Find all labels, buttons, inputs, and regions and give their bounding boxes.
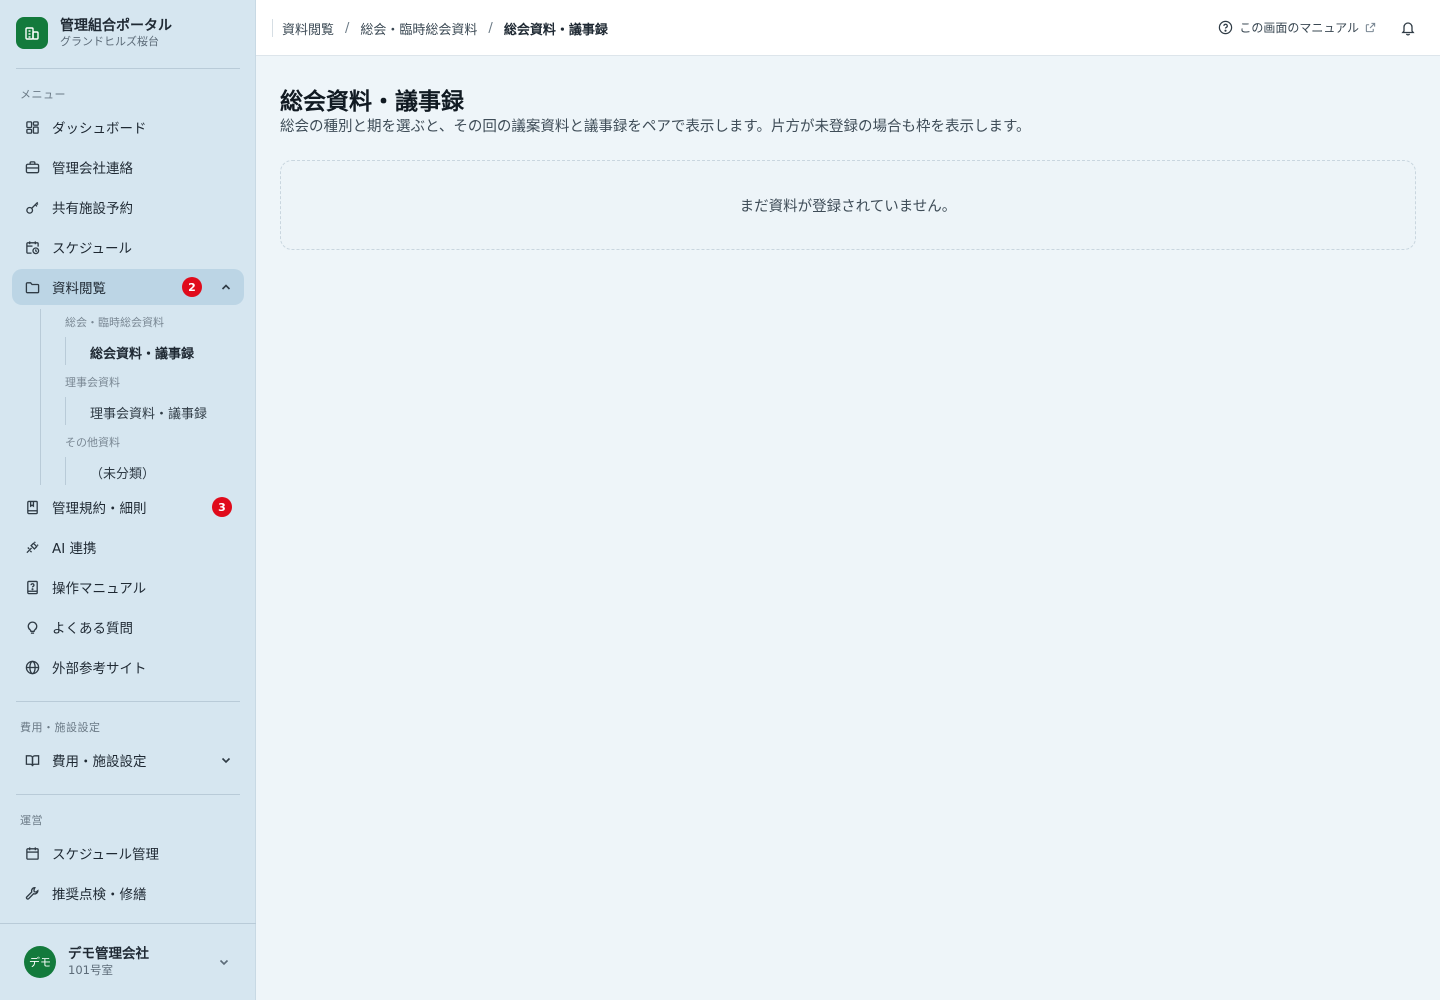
breadcrumb-documents[interactable]: 資料閲覧 — [282, 19, 334, 38]
divider — [0, 923, 256, 924]
page-title: 総会資料・議事録 — [280, 89, 464, 115]
sidebar-item-label: 外部参考サイト — [52, 661, 147, 677]
sidebar-item-label: AI 連携 — [52, 541, 97, 557]
breadcrumb-general-meeting[interactable]: 総会・臨時総会資料 — [360, 19, 477, 38]
bell-icon[interactable] — [1400, 20, 1416, 36]
sidebar-item-label: よくある質問 — [52, 621, 133, 637]
breadcrumb: 資料閲覧 / 総会・臨時総会資料 / 総会資料・議事録 — [272, 19, 608, 38]
sub-link-general-meeting-minutes[interactable]: 総会資料・議事録 — [90, 343, 194, 362]
help-circle-icon — [1218, 20, 1233, 35]
sidebar-item-label: 推奨点検・修繕 — [52, 887, 147, 903]
divider — [16, 68, 240, 69]
sidebar-item-label: 管理会社連絡 — [52, 161, 133, 177]
breadcrumb-current: 総会資料・議事録 — [503, 22, 608, 38]
folder-icon — [24, 279, 40, 295]
external-link-icon — [1365, 22, 1376, 33]
globe-icon — [24, 659, 40, 675]
wrench-icon — [24, 885, 40, 901]
sidebar: 管理組合ポータル グランドヒルズ桜台 メニュー ダッシュボード 管理会社連絡 共… — [0, 0, 256, 1000]
page-description: 総会の種別と期を選ぶと、その回の議案資料と議事録をペアで表示します。片方が未登録… — [280, 119, 1031, 135]
top-header: 資料閲覧 / 総会・臨時総会資料 / 総会資料・議事録 この画面のマニュアル — [256, 0, 1440, 56]
key-icon — [24, 199, 40, 215]
sidebar-item-label: 管理規約・細則 — [52, 501, 147, 517]
user-menu[interactable]: デモ デモ管理会社 101号室 — [24, 946, 240, 978]
sidebar-item-schedule[interactable]: スケジュール — [12, 229, 244, 265]
sidebar-item-ai-integration[interactable]: AI 連携 — [12, 529, 244, 565]
sidebar-item-documents[interactable]: 資料閲覧 2 — [12, 269, 244, 305]
screen-manual-label: この画面のマニュアル — [1239, 21, 1359, 35]
sidebar-item-faq[interactable]: よくある質問 — [12, 609, 244, 645]
menu-section-label: メニュー — [20, 88, 66, 101]
sidebar-item-label: ダッシュボード — [52, 121, 147, 137]
empty-state-message: まだ資料が登録されていません。 — [739, 198, 957, 215]
calendar-icon — [24, 845, 40, 861]
sub-group-label: その他資料 — [65, 436, 120, 449]
breadcrumb-separator: / — [488, 20, 493, 36]
chevron-down-icon — [218, 956, 230, 968]
sub-link-line — [65, 457, 66, 485]
breadcrumb-separator: / — [345, 20, 350, 36]
sub-link-uncategorized[interactable]: （未分類） — [90, 463, 155, 482]
ops-section-label: 運営 — [20, 814, 43, 827]
lightbulb-icon — [24, 619, 40, 635]
sidebar-item-dashboard[interactable]: ダッシュボード — [12, 109, 244, 145]
brand-subtitle: グランドヒルズ桜台 — [60, 35, 159, 49]
divider — [16, 701, 240, 702]
sidebar-item-label: 操作マニュアル — [52, 581, 147, 597]
help-book-icon — [24, 579, 40, 595]
dashboard-icon — [24, 119, 40, 135]
sidebar-item-schedule-management[interactable]: スケジュール管理 — [12, 835, 244, 871]
facility-section-label: 費用・施設設定 — [20, 721, 101, 734]
avatar: デモ — [24, 946, 56, 978]
sub-group-label: 理事会資料 — [65, 376, 120, 389]
notification-badge: 3 — [212, 497, 232, 517]
briefcase-icon — [24, 159, 40, 175]
chevron-down-icon[interactable] — [218, 752, 234, 768]
chevron-up-icon[interactable] — [218, 279, 234, 295]
sidebar-item-facility-booking[interactable]: 共有施設予約 — [12, 189, 244, 225]
brand-title: 管理組合ポータル — [60, 17, 172, 34]
sidebar-item-label: 共有施設予約 — [52, 201, 133, 217]
sub-link-line — [65, 337, 66, 365]
sub-group-label: 総会・臨時総会資料 — [65, 316, 164, 329]
sidebar-item-inspection-repair[interactable]: 推奨点検・修繕 — [12, 875, 244, 911]
sidebar-item-external-sites[interactable]: 外部参考サイト — [12, 649, 244, 685]
sidebar-item-label: 費用・施設設定 — [52, 754, 147, 770]
empty-state: まだ資料が登録されていません。 — [280, 160, 1416, 250]
building-icon — [16, 17, 48, 49]
sidebar-item-facility-settings[interactable]: 費用・施設設定 — [12, 742, 244, 778]
open-book-icon — [24, 752, 40, 768]
calendar-clock-icon — [24, 239, 40, 255]
sidebar-item-label: 資料閲覧 — [52, 281, 106, 297]
sub-link-line — [65, 397, 66, 425]
sidebar-item-management-contact[interactable]: 管理会社連絡 — [12, 149, 244, 185]
book-icon — [24, 499, 40, 515]
user-name: デモ管理会社 — [68, 946, 149, 963]
subtree-line — [40, 309, 41, 485]
notification-badge: 2 — [182, 277, 202, 297]
sub-link-board-minutes[interactable]: 理事会資料・議事録 — [90, 403, 207, 422]
sidebar-item-label: スケジュール — [52, 241, 133, 257]
user-room: 101号室 — [68, 963, 113, 978]
divider — [16, 794, 240, 795]
screen-manual-link[interactable]: この画面のマニュアル — [1218, 19, 1376, 36]
sidebar-item-bylaws[interactable]: 管理規約・細則 3 — [12, 489, 244, 525]
brand[interactable]: 管理組合ポータル グランドヒルズ桜台 — [16, 17, 172, 49]
sidebar-item-manual[interactable]: 操作マニュアル — [12, 569, 244, 605]
sidebar-item-label: スケジュール管理 — [52, 847, 160, 863]
plug-icon — [24, 539, 40, 555]
